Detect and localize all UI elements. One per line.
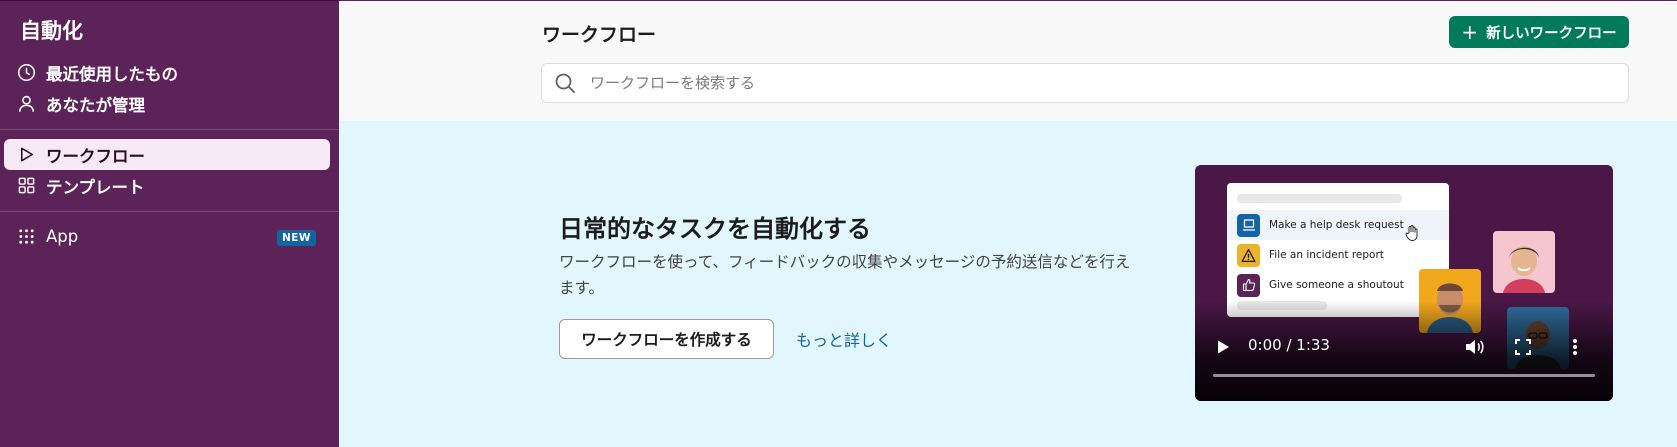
video-time: 0:00 / 1:33 <box>1248 336 1330 354</box>
play-icon <box>16 145 36 165</box>
sidebar-item-label: あなたが管理 <box>46 95 145 115</box>
learn-more-link[interactable]: もっと詳しく <box>796 327 892 351</box>
hero-title: 日常的なタスクを自動化する <box>559 215 871 243</box>
play-button-icon[interactable] <box>1213 337 1233 357</box>
sidebar-item-label: ワークフロー <box>46 146 145 166</box>
warning-icon <box>1237 243 1260 267</box>
video-workflow-card: Make a help desk request File an inciden… <box>1227 183 1449 317</box>
more-options-icon[interactable] <box>1567 337 1583 357</box>
person-photo-avatar <box>1493 231 1555 293</box>
sidebar-divider <box>0 129 339 130</box>
header: ワークフロー + 新しいワークフロー <box>339 0 1677 121</box>
sidebar-divider <box>0 211 339 212</box>
hero-section: 日常的なタスクを自動化する ワークフローを使って、フィードバックの収集やメッセー… <box>339 121 1677 447</box>
card-row-label: Give someone a shoutout <box>1269 279 1404 291</box>
hand-cursor-icon <box>1405 225 1419 245</box>
apps-icon <box>16 227 36 247</box>
grid-icon <box>16 176 36 196</box>
sidebar-item-label: テンプレート <box>46 177 145 197</box>
sidebar-title: 自動化 <box>20 19 83 43</box>
sidebar-item-templates[interactable]: テンプレート <box>4 170 330 201</box>
card-row-label: File an incident report <box>1269 249 1384 261</box>
fullscreen-icon[interactable] <box>1513 337 1533 357</box>
computer-icon <box>1237 213 1260 237</box>
create-workflow-button[interactable]: ワークフローを作成する <box>559 319 774 359</box>
person-icon <box>16 94 36 114</box>
search-box[interactable] <box>541 63 1629 103</box>
plus-icon: + <box>1461 20 1479 44</box>
sidebar-item-workflows[interactable]: ワークフロー <box>4 139 330 170</box>
video-player[interactable]: Make a help desk request File an inciden… <box>1195 165 1613 401</box>
card-row-label: Make a help desk request <box>1269 219 1404 231</box>
sidebar-item-label: App <box>46 227 79 246</box>
new-badge: NEW <box>276 230 316 246</box>
thumbs-up-icon <box>1237 273 1260 297</box>
page-title: ワークフロー <box>542 24 657 46</box>
search-icon <box>554 72 576 94</box>
sidebar-item-app[interactable]: App NEW <box>4 221 330 252</box>
new-workflow-button[interactable]: + 新しいワークフロー <box>1449 16 1629 48</box>
sidebar: 自動化 最近使用したもの あなたが管理 ワークフロー テンプレート App NE… <box>0 0 339 447</box>
clock-icon <box>16 63 36 83</box>
new-workflow-label: 新しいワークフロー <box>1486 25 1617 42</box>
card-row: Give someone a shoutout <box>1227 270 1449 300</box>
video-progress-bar[interactable] <box>1213 374 1595 377</box>
sidebar-item-managed[interactable]: あなたが管理 <box>4 88 330 119</box>
sidebar-item-label: 最近使用したもの <box>46 64 178 84</box>
card-placeholder-bar <box>1237 194 1402 203</box>
sidebar-item-recent[interactable]: 最近使用したもの <box>4 57 330 88</box>
volume-icon[interactable] <box>1463 337 1485 357</box>
hero-description: ワークフローを使って、フィードバックの収集やメッセージの予約送信などを行えます。 <box>559 253 1131 297</box>
search-input[interactable] <box>590 74 1490 92</box>
